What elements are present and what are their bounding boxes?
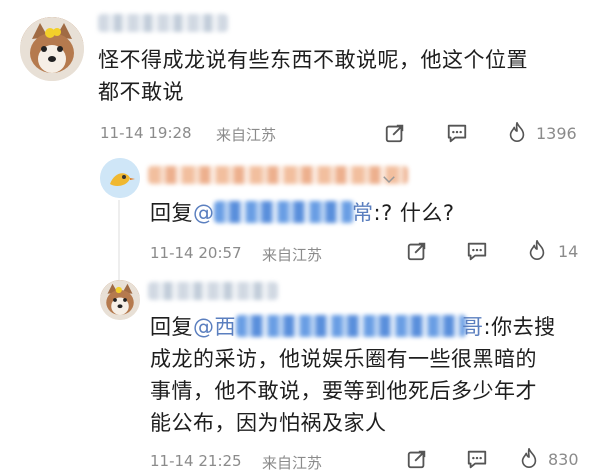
share-icon[interactable] — [384, 122, 406, 144]
reply-text-line4: 能公布，因为怕祸及家人 — [150, 411, 387, 435]
comment-time: 11-14 19:28 — [100, 124, 192, 142]
avatar[interactable] — [20, 17, 84, 81]
mention-blurred[interactable] — [236, 315, 466, 337]
share-icon[interactable] — [406, 448, 428, 470]
reply-text: 回复@西 — [150, 311, 236, 343]
bird-avatar-icon — [100, 158, 140, 198]
reply-text-rest: 常:? 什么? — [352, 197, 455, 229]
mention-start[interactable]: @ — [193, 201, 215, 225]
avatar[interactable] — [100, 158, 140, 198]
comment-icon[interactable] — [446, 122, 468, 144]
mention-end[interactable]: 常 — [352, 201, 374, 225]
like-count: 830 — [548, 450, 579, 469]
like-count: 1396 — [536, 124, 577, 143]
chevron-down-icon[interactable] — [380, 170, 398, 188]
thread-line — [118, 200, 120, 280]
comment-text: 怪不得成龙说有些东西不敢说呢，他这个位置 — [98, 48, 528, 72]
reply-text-rest: 哥:你去搜 — [462, 311, 556, 343]
reply-location: 来自江苏 — [262, 454, 323, 472]
like-flame-icon[interactable] — [518, 447, 540, 469]
username-blurred[interactable] — [148, 282, 278, 300]
reply-text: 回复@ — [150, 197, 215, 229]
reply-prefix: 回复 — [150, 201, 193, 225]
dog-avatar-icon — [20, 17, 84, 81]
comment-icon[interactable] — [466, 448, 488, 470]
reply-time: 11-14 21:25 — [150, 452, 242, 470]
reply-location: 来自江苏 — [262, 246, 323, 264]
like-flame-icon[interactable] — [506, 121, 528, 143]
comment-text-line2: 都不敢说 — [98, 80, 184, 104]
like-count: 14 — [558, 242, 579, 261]
dog-avatar-icon — [100, 280, 140, 320]
mention-end[interactable]: 哥 — [462, 315, 484, 339]
comment-location: 来自江苏 — [216, 126, 277, 144]
reply-time: 11-14 20:57 — [150, 244, 242, 262]
mention-blurred[interactable] — [214, 201, 354, 223]
reply-text-line3: 事情，他不敢说，要等到他死后多少年才 — [150, 379, 537, 403]
reply-body: :你去搜 — [483, 315, 556, 339]
username-blurred[interactable] — [148, 166, 408, 184]
share-icon[interactable] — [406, 240, 428, 262]
reply-prefix: 回复 — [150, 315, 193, 339]
reply-text-line2: 成龙的采访，他说娱乐圈有一些很黑暗的 — [150, 347, 537, 371]
reply-body: :? 什么? — [373, 201, 455, 225]
like-flame-icon[interactable] — [526, 239, 548, 261]
comment-icon[interactable] — [466, 240, 488, 262]
mention-start[interactable]: @西 — [193, 315, 236, 339]
avatar[interactable] — [100, 280, 140, 320]
username-blurred[interactable] — [98, 14, 228, 32]
